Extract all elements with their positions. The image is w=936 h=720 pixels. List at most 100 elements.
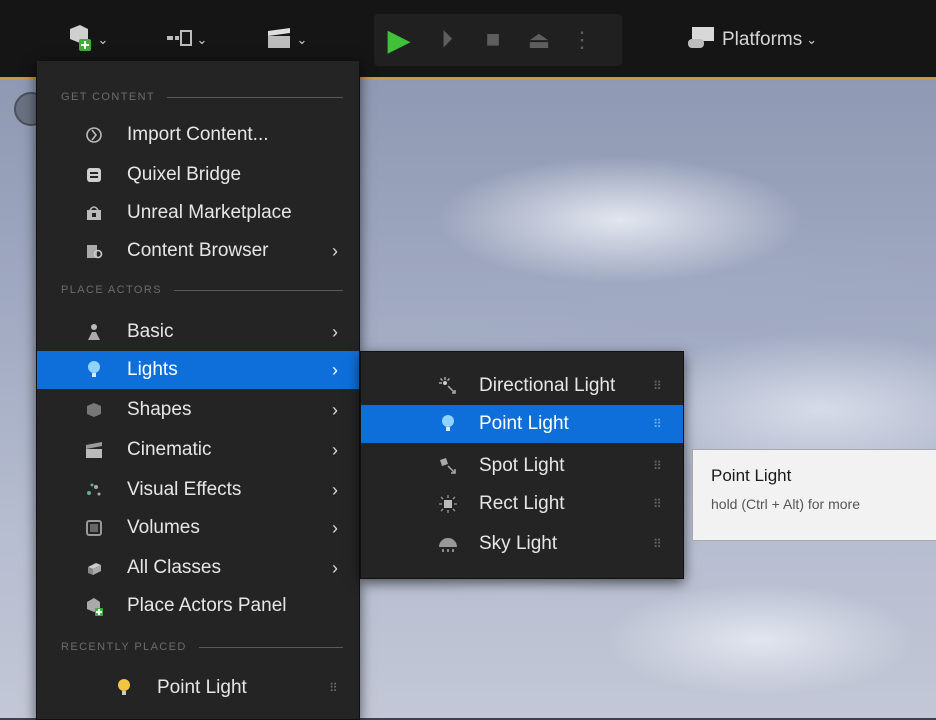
submenu-item-label: Spot Light <box>479 455 565 476</box>
menu-item-label: Cinematic <box>127 439 212 460</box>
submenu-item-point-light[interactable]: Point Light ⠿ <box>361 405 683 443</box>
submenu-item-label: Rect Light <box>479 493 565 514</box>
drag-handle-icon[interactable]: ⠿ <box>653 498 665 510</box>
chevron-down-icon: ⌄ <box>806 32 818 47</box>
platforms-icon <box>686 25 718 56</box>
advance-frame-button[interactable]: ⏵ <box>424 14 470 66</box>
submenu-item-directional-light[interactable]: Directional Light ⠿ <box>361 367 683 405</box>
drag-handle-icon[interactable]: ⠿ <box>653 418 665 430</box>
lights-submenu: Directional Light ⠿ Point Light ⠿ Spot L… <box>360 351 684 579</box>
menu-item-visual-effects[interactable]: Visual Effects › <box>37 471 359 509</box>
modes-icon <box>165 28 193 53</box>
chevron-right-icon: › <box>332 479 338 500</box>
section-label: RECENTLY PLACED <box>61 641 187 653</box>
point-light-tooltip: Point Light hold (Ctrl + Alt) for more <box>692 449 936 541</box>
divider <box>198 646 343 648</box>
import-icon <box>83 124 105 146</box>
divider <box>173 289 343 291</box>
submenu-item-label: Point Light <box>479 413 569 434</box>
section-header-place-actors: PLACE ACTORS <box>61 282 343 298</box>
section-header-get-content: GET CONTENT <box>61 89 343 105</box>
section-header-recently-placed: RECENTLY PLACED <box>61 639 343 655</box>
menu-item-import-content[interactable]: Import Content... <box>37 116 359 154</box>
menu-item-shapes[interactable]: Shapes › <box>37 391 359 429</box>
clapperboard-icon <box>265 26 293 55</box>
menu-item-cinematic[interactable]: Cinematic › <box>37 431 359 469</box>
drag-handle-icon[interactable]: ⠿ <box>653 380 665 392</box>
section-label: PLACE ACTORS <box>61 284 162 296</box>
menu-item-lights[interactable]: Lights › <box>37 351 359 389</box>
section-label: GET CONTENT <box>61 91 156 103</box>
submenu-item-rect-light[interactable]: Rect Light ⠿ <box>361 485 683 523</box>
play-controls: ▶ ⏵ ■ ⏏ ⋮ <box>374 14 622 66</box>
content-browser-icon <box>83 240 105 262</box>
menu-item-unreal-marketplace[interactable]: Unreal Marketplace <box>37 194 359 232</box>
more-options-icon: ⋮ <box>571 27 593 52</box>
chevron-down-icon: ⌄ <box>97 32 109 47</box>
stop-button[interactable]: ■ <box>470 14 516 66</box>
light-bulb-icon <box>113 677 135 699</box>
menu-item-label: Unreal Marketplace <box>127 202 292 223</box>
chevron-down-icon: ⌄ <box>296 32 308 47</box>
platforms-label: Platforms <box>722 29 803 50</box>
chevron-right-icon: › <box>332 240 338 261</box>
create-toolbar-group: ⌄ ⌄ ⌄ <box>36 14 336 66</box>
modes-button[interactable]: ⌄ <box>136 14 236 66</box>
chevron-down-icon: ⌄ <box>196 32 208 47</box>
menu-item-label: Basic <box>127 321 174 342</box>
menu-item-label: All Classes <box>127 557 221 578</box>
create-button[interactable]: ⌄ <box>36 14 136 66</box>
all-classes-icon <box>83 557 105 579</box>
eject-icon: ⏏ <box>527 26 551 54</box>
menu-item-quixel-bridge[interactable]: Quixel Bridge <box>37 156 359 194</box>
platforms-button[interactable]: Platforms ⌄ <box>676 14 876 66</box>
menu-item-label: Quixel Bridge <box>127 164 242 185</box>
more-options-button[interactable]: ⋮ <box>562 14 602 66</box>
menu-item-recent-point-light[interactable]: Point Light ⠿ <box>37 669 359 707</box>
play-button[interactable]: ▶ <box>374 14 424 66</box>
create-dropdown-menu: GET CONTENT Import Content... Quixel Bri… <box>36 60 360 720</box>
menu-item-label: Content Browser <box>127 240 269 261</box>
divider <box>167 96 343 98</box>
drag-handle-icon[interactable]: ⠿ <box>653 460 665 472</box>
point-light-icon <box>437 413 459 435</box>
menu-item-basic[interactable]: Basic › <box>37 313 359 351</box>
chevron-right-icon: › <box>332 557 338 578</box>
light-bulb-icon <box>83 359 105 381</box>
menu-item-label: Shapes <box>127 399 192 420</box>
submenu-item-spot-light[interactable]: Spot Light ⠿ <box>361 447 683 485</box>
marketplace-icon <box>83 202 105 224</box>
menu-item-content-browser[interactable]: Content Browser › <box>37 232 359 270</box>
play-icon: ▶ <box>387 23 411 57</box>
add-content-icon <box>64 23 94 58</box>
menu-item-volumes[interactable]: Volumes › <box>37 509 359 547</box>
chevron-right-icon: › <box>332 439 338 460</box>
menu-item-all-classes[interactable]: All Classes › <box>37 549 359 587</box>
visual-effects-icon <box>83 479 105 501</box>
place-actors-icon <box>83 595 105 617</box>
platforms-group: Platforms ⌄ <box>676 14 876 66</box>
cinematics-button[interactable]: ⌄ <box>236 14 336 66</box>
basic-actors-icon <box>83 321 105 343</box>
menu-item-label: Place Actors Panel <box>127 595 287 616</box>
tooltip-hint: hold (Ctrl + Alt) for more <box>711 496 860 512</box>
volume-icon <box>83 517 105 539</box>
eject-button[interactable]: ⏏ <box>516 14 562 66</box>
bridge-icon <box>83 164 105 186</box>
menu-item-place-actors-panel[interactable]: Place Actors Panel <box>37 587 359 625</box>
stop-icon: ■ <box>485 26 501 53</box>
chevron-right-icon: › <box>332 321 338 342</box>
sky-light-icon <box>437 533 459 555</box>
spot-light-icon <box>437 455 459 477</box>
chevron-right-icon: › <box>332 517 338 538</box>
chevron-right-icon: › <box>332 359 338 380</box>
menu-item-label: Visual Effects <box>127 479 242 500</box>
advance-frame-icon: ⏵ <box>441 26 453 53</box>
menu-item-label: Lights <box>127 359 178 380</box>
drag-handle-icon[interactable]: ⠿ <box>653 538 665 550</box>
menu-item-label: Volumes <box>127 517 200 538</box>
tooltip-title: Point Light <box>711 466 792 485</box>
menu-item-label: Import Content... <box>127 124 269 145</box>
drag-handle-icon[interactable]: ⠿ <box>329 682 341 694</box>
submenu-item-sky-light[interactable]: Sky Light ⠿ <box>361 525 683 563</box>
